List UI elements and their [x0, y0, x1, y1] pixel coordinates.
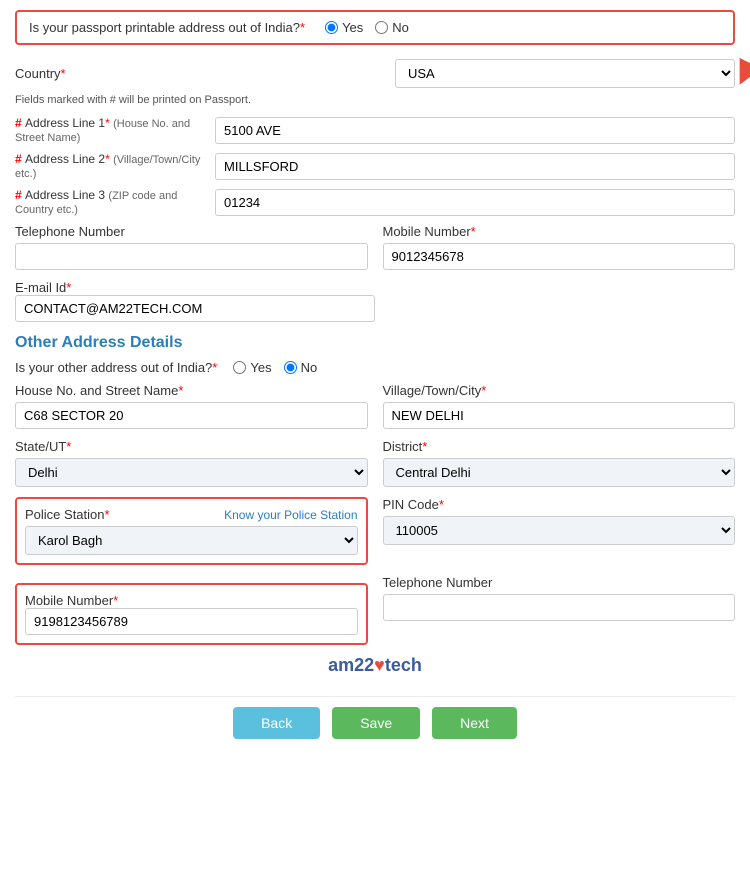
other-telephone-col: Telephone Number: [383, 575, 736, 621]
country-select-wrap: USA India UK Canada: [395, 59, 735, 88]
telephone-input[interactable]: [15, 243, 368, 270]
pin-code-col: PIN Code* 110005 110001 110002: [383, 497, 736, 545]
email-input[interactable]: [15, 295, 375, 322]
address-line3-label: # Address Line 3 (ZIP code and Country e…: [15, 188, 215, 216]
other-no-label: No: [301, 360, 318, 375]
police-station-col: Police Station* Know your Police Station…: [15, 497, 368, 565]
passport-question-text: Is your passport printable address out o…: [29, 20, 300, 35]
country-select[interactable]: USA India UK Canada: [395, 59, 735, 88]
passport-no-label: No: [392, 20, 409, 35]
country-row: Country* USA India UK Canada: [15, 59, 735, 88]
telephone-label: Telephone Number: [15, 224, 368, 239]
hash2: #: [15, 152, 25, 166]
district-select[interactable]: Central Delhi North Delhi South Delhi: [383, 458, 736, 487]
other-address-radio-group: Yes No: [233, 360, 317, 375]
arrow-annotation: [735, 29, 750, 99]
address-line3-row: # Address Line 3 (ZIP code and Country e…: [15, 188, 735, 216]
police-pin-row: Police Station* Know your Police Station…: [15, 497, 735, 565]
address-line3-input[interactable]: [215, 189, 735, 216]
brand-text: am22♥tech: [328, 655, 422, 675]
mobile-label: Mobile Number*: [383, 224, 736, 239]
state-col: State/UT* Delhi Maharashtra Karnataka: [15, 439, 368, 487]
hash3: #: [15, 188, 25, 202]
know-police-station-link[interactable]: Know your Police Station: [224, 508, 357, 522]
house-input[interactable]: [15, 402, 368, 429]
tel-mobile-row: Telephone Number Mobile Number*: [15, 224, 735, 270]
passport-no-option[interactable]: No: [375, 20, 409, 35]
address-line1-input[interactable]: [215, 117, 735, 144]
back-button[interactable]: Back: [233, 707, 320, 739]
passport-yes-label: Yes: [342, 20, 363, 35]
district-label: District*: [383, 439, 736, 454]
field-note: Fields marked with # will be printed on …: [15, 94, 735, 106]
other-mobile-col: Mobile Number*: [15, 575, 368, 645]
mobile-input[interactable]: [383, 243, 736, 270]
passport-radio-group: Yes No: [325, 20, 409, 35]
other-mobile-label: Mobile Number*: [25, 593, 358, 608]
address-line2-row: # Address Line 2* (Village/Town/City etc…: [15, 152, 735, 180]
passport-question-label: Is your passport printable address out o…: [29, 20, 305, 35]
other-telephone-label: Telephone Number: [383, 575, 736, 590]
house-village-row: House No. and Street Name* Village/Town/…: [15, 383, 735, 429]
email-row: E-mail Id*: [15, 280, 735, 322]
mobile-number-box: Mobile Number*: [15, 583, 368, 645]
house-label: House No. and Street Name*: [15, 383, 368, 398]
address-line1-label: # Address Line 1* (House No. and Street …: [15, 116, 215, 144]
page-container: Is your passport printable address out o…: [0, 0, 750, 884]
village-input[interactable]: [383, 402, 736, 429]
content-wrapper: Is your passport printable address out o…: [15, 10, 735, 739]
email-label: E-mail Id*: [15, 280, 735, 295]
mobile-tel-row: Mobile Number* Telephone Number: [15, 575, 735, 645]
country-required-star: *: [61, 66, 66, 81]
other-yes-label: Yes: [250, 360, 271, 375]
mobile-col: Mobile Number*: [383, 224, 736, 270]
passport-no-radio[interactable]: [375, 21, 388, 34]
telephone-col: Telephone Number: [15, 224, 368, 270]
house-col: House No. and Street Name*: [15, 383, 368, 429]
police-station-box: Police Station* Know your Police Station…: [15, 497, 368, 565]
state-select[interactable]: Delhi Maharashtra Karnataka: [15, 458, 368, 487]
state-label: State/UT*: [15, 439, 368, 454]
hash1: #: [15, 116, 25, 130]
field-note-text: Fields marked with # will be printed on …: [15, 94, 251, 106]
addr2-label-text: Address Line 2: [25, 152, 105, 166]
branding: am22♥tech: [15, 655, 735, 676]
save-button[interactable]: Save: [332, 707, 420, 739]
addr1-label-text: Address Line 1: [25, 116, 105, 130]
country-label: Country*: [15, 66, 66, 81]
village-label: Village/Town/City*: [383, 383, 736, 398]
district-col: District* Central Delhi North Delhi Sout…: [383, 439, 736, 487]
other-yes-radio[interactable]: [233, 361, 246, 374]
other-no-radio[interactable]: [284, 361, 297, 374]
passport-yes-radio[interactable]: [325, 21, 338, 34]
other-address-question-text: Is your other address out of India?*: [15, 360, 217, 375]
addr3-label-text: Address Line 3: [25, 188, 105, 202]
buttons-row: Back Save Next: [15, 696, 735, 739]
other-yes-option[interactable]: Yes: [233, 360, 271, 375]
police-station-header: Police Station* Know your Police Station: [25, 507, 358, 522]
next-button[interactable]: Next: [432, 707, 517, 739]
state-district-row: State/UT* Delhi Maharashtra Karnataka Di…: [15, 439, 735, 487]
passport-question-box: Is your passport printable address out o…: [15, 10, 735, 45]
police-station-label: Police Station*: [25, 507, 110, 522]
other-mobile-input[interactable]: [25, 608, 358, 635]
passport-yes-option[interactable]: Yes: [325, 20, 363, 35]
brand-heart: ♥: [374, 655, 385, 675]
passport-required-star: *: [300, 20, 305, 35]
other-address-title: Other Address Details: [15, 334, 735, 352]
other-no-option[interactable]: No: [284, 360, 318, 375]
other-address-question-row: Is your other address out of India?* Yes…: [15, 360, 735, 375]
pin-code-select[interactable]: 110005 110001 110002: [383, 516, 736, 545]
other-telephone-input[interactable]: [383, 594, 736, 621]
address-line2-label: # Address Line 2* (Village/Town/City etc…: [15, 152, 215, 180]
address-line1-row: # Address Line 1* (House No. and Street …: [15, 116, 735, 144]
pin-code-label: PIN Code*: [383, 497, 736, 512]
police-station-select[interactable]: Karol Bagh Connaught Place Paharganj: [25, 526, 358, 555]
address-line2-input[interactable]: [215, 153, 735, 180]
village-col: Village/Town/City*: [383, 383, 736, 429]
